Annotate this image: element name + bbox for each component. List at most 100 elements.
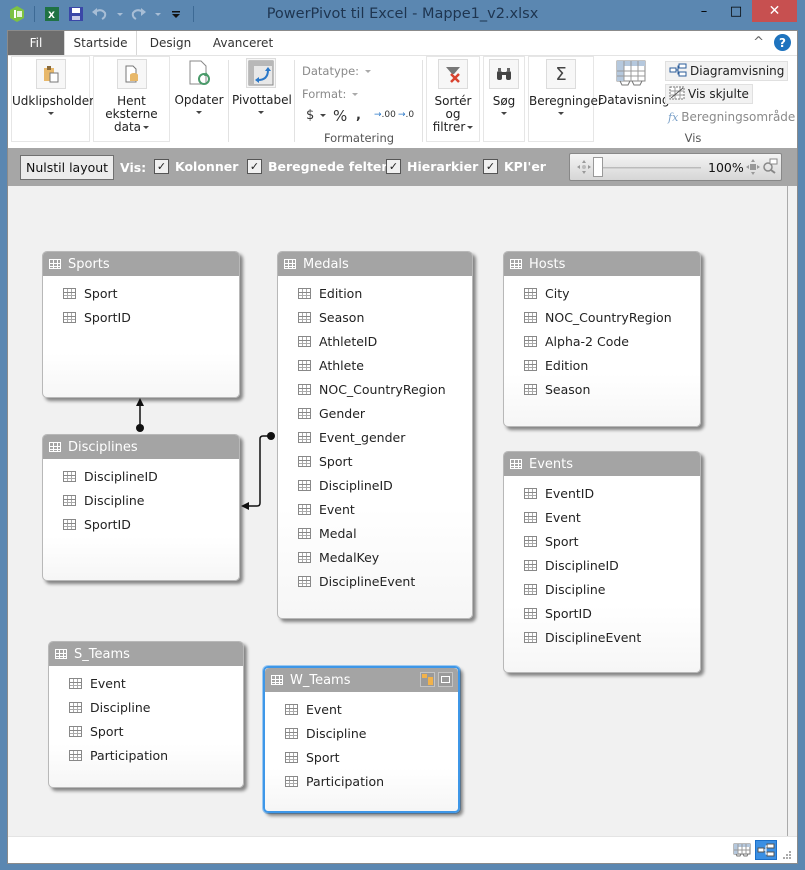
kpis-checkbox[interactable]: ✓ KPI'er <box>483 159 546 174</box>
calculation-area-button[interactable]: fx Beregningsområde <box>665 107 798 127</box>
column-item[interactable]: DisciplineID <box>298 473 472 497</box>
column-item[interactable]: DisciplineEvent <box>298 569 472 593</box>
percent-button[interactable]: % <box>333 107 347 125</box>
table-w-teams[interactable]: W_Teams Event Discipline Sport Participa… <box>263 666 460 813</box>
data-view-button[interactable]: Datavisning <box>598 56 670 107</box>
relationship-medals-disciplines[interactable] <box>241 432 275 510</box>
column-item[interactable]: Event <box>524 505 700 529</box>
column-item[interactable]: Medal <box>298 521 472 545</box>
table-name: Sports <box>68 256 110 272</box>
zoom-magnifier-icon[interactable] <box>762 158 778 177</box>
table-header[interactable]: W_Teams <box>265 668 458 692</box>
columns-checkbox[interactable]: ✓ Kolonner <box>154 159 238 174</box>
diagram-view-status-button[interactable] <box>755 840 777 860</box>
column-item[interactable]: Event <box>298 497 472 521</box>
refresh-button[interactable]: Opdater <box>174 56 224 114</box>
table-s-teams[interactable]: S_Teams Event Discipline Sport Participa… <box>48 641 244 788</box>
column-item[interactable]: Participation <box>285 769 458 793</box>
table-events[interactable]: Events EventID Event Sport DisciplineID … <box>503 451 701 673</box>
table-header[interactable]: Hosts <box>504 252 700 276</box>
reset-layout-button[interactable]: Nulstil layout <box>20 155 115 180</box>
table-header[interactable]: Events <box>504 452 700 476</box>
column-item[interactable]: NOC_CountryRegion <box>298 377 472 401</box>
format-dropdown[interactable]: Format: <box>302 87 359 101</box>
calculated-fields-checkbox[interactable]: ✓ Beregnede felter <box>247 159 388 174</box>
column-item[interactable]: Discipline <box>69 695 243 719</box>
column-item[interactable]: DisciplineID <box>524 553 700 577</box>
column-item[interactable]: Season <box>298 305 472 329</box>
column-item[interactable]: Event <box>69 671 243 695</box>
column-item[interactable]: Event <box>285 697 458 721</box>
pivottable-button[interactable]: Pivottabel <box>232 56 292 114</box>
create-hierarchy-button[interactable] <box>420 672 435 687</box>
column-item[interactable]: Sport <box>298 449 472 473</box>
table-header[interactable]: S_Teams <box>49 642 243 666</box>
maximize-table-button[interactable] <box>438 672 453 687</box>
increase-decimal-button[interactable]: →.00 <box>374 110 396 120</box>
tab-design[interactable]: Design <box>143 31 198 55</box>
maximize-button[interactable]: □ <box>720 0 752 22</box>
calculations-button[interactable]: Σ Beregninger <box>529 57 603 115</box>
column-item[interactable]: Sport <box>69 719 243 743</box>
zoom-slider-track[interactable] <box>601 167 701 169</box>
datatype-dropdown[interactable]: Datatype: <box>302 64 371 78</box>
tab-fil[interactable]: Fil <box>8 31 64 55</box>
column-item[interactable]: AthleteID <box>298 329 472 353</box>
decrease-decimal-button[interactable]: →.0 <box>398 110 414 120</box>
currency-button[interactable]: $ <box>306 108 327 123</box>
table-sports[interactable]: Sports Sport SportID <box>42 251 240 398</box>
find-button[interactable]: Søg <box>484 57 524 115</box>
sort-filter-button[interactable]: Sortér og filtrer <box>427 57 479 134</box>
column-item[interactable]: Gender <box>298 401 472 425</box>
column-item[interactable]: MedalKey <box>298 545 472 569</box>
collapse-ribbon-icon[interactable]: ^ <box>753 35 764 50</box>
help-icon[interactable]: ? <box>774 34 791 51</box>
checkbox-checked-icon: ✓ <box>483 159 498 174</box>
column-item[interactable]: EventID <box>524 481 700 505</box>
relationship-disciplines-sports[interactable] <box>136 398 144 432</box>
hierarchies-checkbox[interactable]: ✓ Hierarkier <box>386 159 478 174</box>
column-item[interactable]: SportID <box>524 601 700 625</box>
column-icon <box>285 775 298 787</box>
fit-to-screen-icon[interactable] <box>746 159 760 178</box>
column-item[interactable]: Event_gender <box>298 425 472 449</box>
close-button[interactable]: ✕ <box>752 0 797 22</box>
show-hidden-button[interactable]: Vis skjulte <box>665 84 753 104</box>
column-item[interactable]: Sport <box>63 281 239 305</box>
column-item[interactable]: SportID <box>63 305 239 329</box>
resize-grip-icon[interactable] <box>782 849 792 863</box>
diagram-view-button[interactable]: Diagramvisning <box>665 61 789 81</box>
column-item[interactable]: NOC_CountryRegion <box>524 305 700 329</box>
column-item[interactable]: Discipline <box>63 488 239 512</box>
table-header[interactable]: Medals <box>278 252 472 276</box>
clipboard-button[interactable]: Udklipsholder <box>12 57 94 115</box>
column-item[interactable]: Season <box>524 377 700 401</box>
table-disciplines[interactable]: Disciplines DisciplineID Discipline Spor… <box>42 434 240 581</box>
pan-icon[interactable] <box>576 159 592 178</box>
table-medals[interactable]: Medals Edition Season AthleteID Athlete … <box>277 251 473 619</box>
tab-avanceret[interactable]: Avanceret <box>208 31 278 55</box>
column-item[interactable]: Athlete <box>298 353 472 377</box>
column-item[interactable]: Discipline <box>524 577 700 601</box>
data-view-status-button[interactable] <box>731 840 753 860</box>
column-item[interactable]: Discipline <box>285 721 458 745</box>
table-header[interactable]: Disciplines <box>43 435 239 459</box>
tab-startside[interactable]: Startside <box>64 31 137 55</box>
column-item[interactable]: SportID <box>63 512 239 536</box>
table-hosts[interactable]: Hosts City NOC_CountryRegion Alpha-2 Cod… <box>503 251 701 427</box>
zoom-slider-thumb[interactable] <box>593 157 603 177</box>
comma-button[interactable]: , <box>356 108 361 123</box>
minimize-button[interactable]: – <box>688 0 720 22</box>
column-item[interactable]: Alpha-2 Code <box>524 329 700 353</box>
column-item[interactable]: Edition <box>524 353 700 377</box>
column-item[interactable]: City <box>524 281 700 305</box>
column-item[interactable]: Sport <box>285 745 458 769</box>
column-item[interactable]: Participation <box>69 743 243 767</box>
column-item[interactable]: DisciplineID <box>63 464 239 488</box>
column-item[interactable]: Edition <box>298 281 472 305</box>
diagram-canvas[interactable]: Sports Sport SportID Medals Edition Seas… <box>8 186 788 836</box>
table-header[interactable]: Sports <box>43 252 239 276</box>
get-external-data-button[interactable]: Hent eksterne data <box>94 57 169 134</box>
column-item[interactable]: Sport <box>524 529 700 553</box>
column-item[interactable]: DisciplineEvent <box>524 625 700 649</box>
